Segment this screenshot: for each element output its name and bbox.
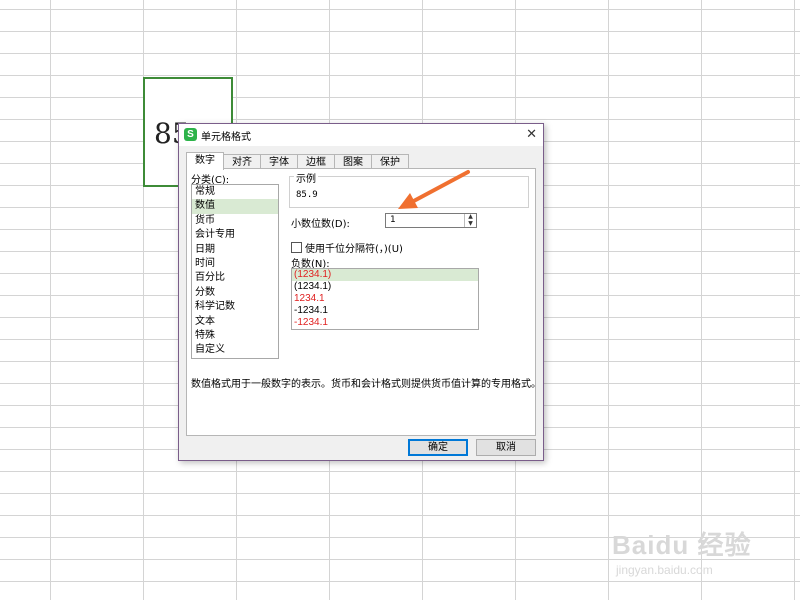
category-item-number[interactable]: 数值 <box>192 199 278 214</box>
dialog-title: 单元格格式 <box>201 132 251 143</box>
decimal-places-label: 小数位数(D): <box>291 219 350 230</box>
ok-button[interactable]: 确定 <box>408 439 468 456</box>
thousands-separator-checkbox[interactable] <box>291 242 302 253</box>
sample-box: 示例 85.9 <box>289 170 529 208</box>
tab-number[interactable]: 数字 <box>186 152 224 170</box>
negative-format-item[interactable]: 1234.1 <box>292 293 478 305</box>
thousands-separator-label[interactable]: 使用千位分隔符(，)(U) <box>305 240 403 255</box>
sample-label: 示例 <box>294 170 318 185</box>
decimal-places-stepper[interactable]: 1 ▲ ▼ <box>385 213 477 228</box>
wps-app-icon: S <box>184 128 197 141</box>
category-item-accounting[interactable]: 会计专用 <box>192 228 278 242</box>
category-list[interactable]: 常规 数值 货币 会计专用 日期 时间 百分比 分数 科学记数 文本 特殊 自定… <box>191 184 279 359</box>
number-tab-panel: 分类(C): 常规 数值 货币 会计专用 日期 时间 百分比 分数 科学记数 文… <box>186 168 541 436</box>
cancel-button[interactable]: 取消 <box>476 439 536 456</box>
close-icon[interactable]: ✕ <box>526 126 537 142</box>
tab-bar: 数字 对齐 字体 边框 图案 保护 <box>186 152 409 170</box>
watermark-url: jingyan.baidu.com <box>616 563 713 577</box>
negative-format-item[interactable]: -1234.1 <box>292 317 478 329</box>
watermark-brand: Baidu 经验 <box>612 530 752 560</box>
dialog-titlebar[interactable]: S 单元格格式 ✕ <box>179 124 543 146</box>
baidu-watermark: Baidu 经验 jingyan.baidu.com <box>612 515 792 585</box>
format-description: 数值格式用于一般数字的表示。货币和会计格式则提供货币值计算的专用格式。 <box>191 379 541 390</box>
category-item-percentage[interactable]: 百分比 <box>192 271 278 285</box>
negative-format-item[interactable]: -1234.1 <box>292 305 478 317</box>
decimal-places-value[interactable]: 1 <box>390 214 396 227</box>
sample-value: 85.9 <box>296 190 318 200</box>
category-item-custom[interactable]: 自定义 <box>192 343 278 357</box>
negative-format-item[interactable]: (1234.1) <box>292 269 478 281</box>
format-cells-dialog: S 单元格格式 ✕ 数字 对齐 字体 边框 图案 保护 分类(C): 常规 数值… <box>178 123 544 461</box>
stepper-down-icon[interactable]: ▼ <box>465 220 476 228</box>
category-item-text[interactable]: 文本 <box>192 315 278 329</box>
stepper-arrows[interactable]: ▲ ▼ <box>464 213 476 228</box>
category-item-date[interactable]: 日期 <box>192 243 278 257</box>
category-item-general[interactable]: 常规 <box>192 185 278 199</box>
negative-format-item[interactable]: (1234.1) <box>292 281 478 293</box>
category-item-special[interactable]: 特殊 <box>192 329 278 343</box>
category-item-currency[interactable]: 货币 <box>192 214 278 228</box>
category-item-time[interactable]: 时间 <box>192 257 278 271</box>
category-item-scientific[interactable]: 科学记数 <box>192 300 278 314</box>
negative-format-list[interactable]: (1234.1) (1234.1) 1234.1 -1234.1 -1234.1 <box>291 268 479 330</box>
category-item-fraction[interactable]: 分数 <box>192 286 278 300</box>
